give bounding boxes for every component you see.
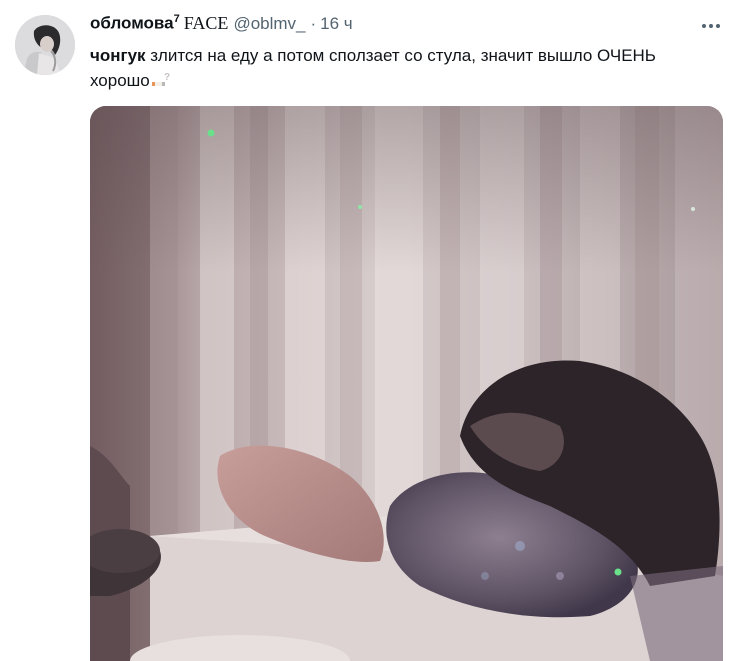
tweet-text-body: злится на еду а потом сползает со стула,… bbox=[90, 46, 656, 90]
more-dots-icon[interactable] bbox=[700, 15, 722, 37]
cigarette-question-emoji: ? bbox=[151, 71, 171, 89]
timestamp[interactable]: 16 ч bbox=[320, 14, 353, 34]
tweet-video[interactable] bbox=[90, 106, 723, 661]
tweet-text-bold: чонгук bbox=[90, 46, 146, 65]
separator-dot: · bbox=[310, 14, 317, 33]
avatar[interactable] bbox=[15, 15, 75, 75]
display-name-extra[interactable]: FACE bbox=[184, 13, 229, 34]
tweet: обломова7 FACE @oblmv_ · 16 ч чонгук зли… bbox=[0, 0, 736, 661]
display-name-superscript: 7 bbox=[173, 13, 180, 26]
tweet-text: чонгук злится на еду а потом сползает со… bbox=[90, 43, 710, 93]
svg-text:?: ? bbox=[164, 72, 170, 83]
video-frame bbox=[90, 106, 723, 661]
user-handle[interactable]: @oblmv_ bbox=[233, 14, 305, 34]
avatar-photo bbox=[15, 15, 75, 75]
display-name[interactable]: обломова7 bbox=[90, 13, 180, 34]
tweet-header: обломова7 FACE @oblmv_ · 16 ч bbox=[90, 13, 353, 39]
